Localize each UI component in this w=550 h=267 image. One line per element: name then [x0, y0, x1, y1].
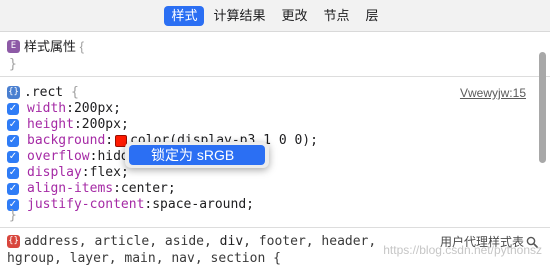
semicolon: ; — [113, 101, 121, 116]
checkmark-icon[interactable]: ✓ — [7, 134, 19, 147]
section-divider — [0, 76, 550, 77]
element-style-title: 样式属性 — [24, 39, 77, 54]
user-agent-selector-line-1[interactable]: address, article, aside, div, footer, he… — [24, 234, 376, 249]
rule-selector[interactable]: .rect — [24, 85, 63, 100]
ua-selector-part: address, article, aside, — [24, 234, 212, 249]
lock-to-srgb-menu-item[interactable]: 锁定为 sRGB — [129, 145, 265, 165]
property-value[interactable]: center — [121, 181, 168, 196]
ua-selector-matched: div — [219, 234, 244, 249]
property-value[interactable]: 200px — [82, 117, 121, 132]
element-style-close-brace: } — [9, 57, 17, 72]
colon-separator: : — [144, 197, 153, 212]
tab-2[interactable]: 更改 — [274, 6, 314, 26]
checkmark-icon[interactable]: ✓ — [7, 182, 19, 195]
style-panel-tabbar: 样式 计算结果 更改 节点层 — [0, 0, 550, 32]
rule-close-brace: } — [9, 208, 17, 223]
tab-1[interactable]: 计算结果 — [206, 6, 272, 26]
declaration-row[interactable]: ✓ align-items: center; — [7, 181, 176, 196]
semicolon: ; — [310, 133, 318, 148]
tab-list: 样式 计算结果 更改 节点层 — [163, 5, 386, 26]
checkmark-icon[interactable]: ✓ — [7, 118, 19, 131]
colon-separator: : — [73, 117, 82, 132]
rule-source-link[interactable]: Vwewyjw:15 — [460, 86, 526, 100]
vertical-scrollbar[interactable] — [539, 52, 546, 163]
semicolon: ; — [120, 117, 129, 132]
checkmark-icon[interactable]: ✓ — [7, 150, 19, 163]
declaration-row[interactable]: ✓ height: 200px; — [7, 117, 129, 132]
element-style-open-brace: { — [79, 39, 84, 54]
colon-separator: : — [66, 101, 74, 116]
checkmark-icon[interactable]: ✓ — [7, 102, 19, 115]
property-name[interactable]: justify-content — [27, 197, 144, 212]
tab-4[interactable]: 层 — [359, 6, 386, 26]
rule-open-brace: { — [70, 85, 79, 100]
declaration-row[interactable]: ✓ justify-content: space-around; — [7, 197, 254, 212]
colon-separator: : — [113, 181, 121, 196]
semicolon: ; — [167, 181, 176, 196]
element-style-icon: E — [7, 40, 20, 53]
property-value[interactable]: 200px — [74, 101, 113, 116]
tab-0[interactable]: 样式 — [164, 5, 205, 26]
property-name[interactable]: height — [27, 117, 74, 132]
ua-selector-part-rest: , footer, header, — [243, 234, 377, 249]
property-value[interactable]: space-around — [152, 197, 246, 212]
colon-separator: : — [105, 133, 114, 148]
rule-selector-line[interactable]: .rect { — [24, 85, 79, 100]
context-menu: 锁定为 sRGB — [125, 142, 269, 168]
property-name[interactable]: display — [27, 165, 82, 180]
colon-separator: : — [81, 165, 90, 180]
user-agent-rule-icon: {} — [7, 235, 20, 248]
section-divider — [0, 227, 550, 228]
property-name[interactable]: background — [27, 133, 105, 148]
tab-3[interactable]: 节点 — [317, 6, 357, 26]
semicolon: ; — [246, 197, 254, 212]
user-agent-selector-line-2[interactable]: hgroup, layer, main, nav, section { — [7, 251, 281, 266]
declaration-row[interactable]: ✓ width: 200px; — [7, 101, 121, 116]
watermark-text: https://blog.csdn.net/pythonsz — [383, 243, 542, 257]
checkmark-icon[interactable]: ✓ — [7, 166, 19, 179]
property-name[interactable]: align-items — [27, 181, 113, 196]
property-value[interactable]: flex — [90, 165, 121, 180]
property-name[interactable]: width — [27, 101, 66, 116]
colon-separator: : — [89, 149, 98, 164]
declaration-row[interactable]: ✓ display: flex; — [7, 165, 129, 180]
element-style-header[interactable]: 样式属性 { — [24, 39, 84, 55]
property-name[interactable]: overflow — [27, 149, 90, 164]
rule-icon: {} — [7, 86, 20, 99]
